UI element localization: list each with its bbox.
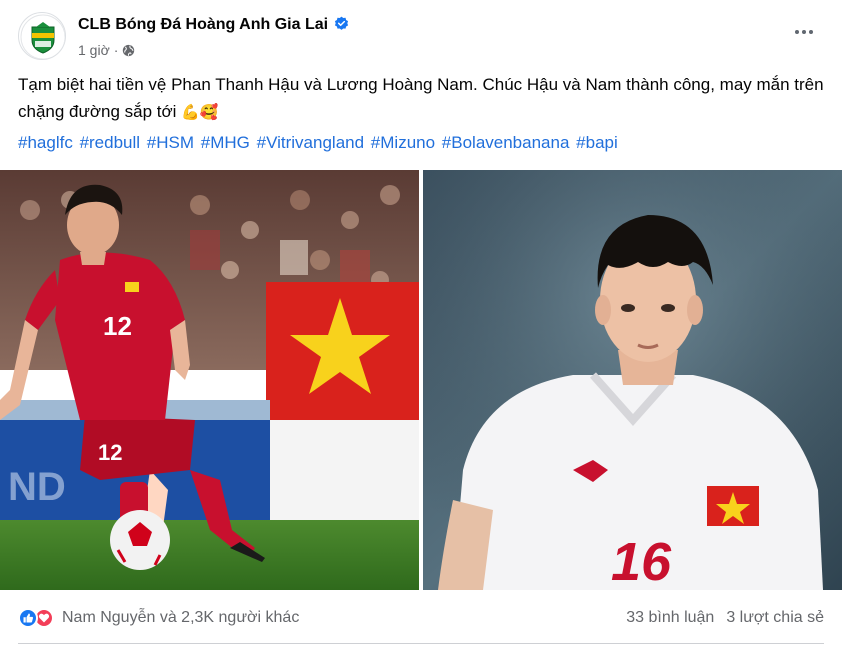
post-meta: 1 giờ · <box>78 42 135 58</box>
comments-count[interactable]: 33 bình luận <box>626 609 714 627</box>
globe-icon[interactable] <box>122 44 135 57</box>
post-text: Tạm biệt hai tiền vệ Phan Thanh Hậu và L… <box>18 71 824 126</box>
hashtag-link[interactable]: #Mizuno <box>371 133 435 152</box>
meta-separator: · <box>113 42 119 58</box>
hashtag-link[interactable]: #Bolavenbanana <box>442 133 570 152</box>
more-dot-icon <box>802 30 806 34</box>
shares-count[interactable]: 3 lượt chia sẻ <box>726 609 824 627</box>
page-avatar[interactable] <box>18 12 66 60</box>
thumbs-up-icon <box>23 613 34 623</box>
left-shirt-number: 12 <box>103 311 132 341</box>
post-emojis: 💪🥰 <box>181 104 219 121</box>
hashtag-link[interactable]: #redbull <box>80 133 141 152</box>
right-shirt-number: 16 <box>611 532 672 590</box>
reaction-icons[interactable] <box>18 608 54 628</box>
hashtag-link[interactable]: #MHG <box>201 133 250 152</box>
svg-text:ND: ND <box>8 465 66 509</box>
hashtag-link[interactable]: #haglfc <box>18 133 73 152</box>
photo-player-red-kit[interactable]: ND 12 12 <box>0 170 419 590</box>
page-name-text[interactable]: CLB Bóng Đá Hoàng Anh Gia Lai <box>78 16 328 33</box>
engagement-counts: 33 bình luận 3 lượt chia sẻ <box>626 609 824 627</box>
hagl-logo-icon <box>20 14 65 59</box>
player-red-kit-image: ND 12 12 <box>0 170 419 590</box>
post-time[interactable]: 1 giờ <box>78 42 110 58</box>
like-reaction-icon <box>18 608 38 628</box>
photo-player-white-kit[interactable]: 16 <box>423 170 842 590</box>
more-dot-icon <box>795 30 799 34</box>
player-white-kit-image: 16 <box>423 170 842 590</box>
left-shorts-number: 12 <box>98 440 122 465</box>
hashtag-link[interactable]: #HSM <box>147 133 194 152</box>
more-options-button[interactable] <box>786 20 822 44</box>
footer-divider <box>18 643 824 644</box>
verified-badge-icon <box>335 16 349 30</box>
facebook-post: CLB Bóng Đá Hoàng Anh Gia Lai 1 giờ · Tạm… <box>0 0 842 645</box>
more-dot-icon <box>809 30 813 34</box>
hashtag-link[interactable]: #bapi <box>576 133 618 152</box>
heart-icon <box>38 613 50 623</box>
post-header: CLB Bóng Đá Hoàng Anh Gia Lai 1 giờ · <box>18 12 824 64</box>
hashtag-list: #haglfc #redbull #HSM #MHG #Vitrivanglan… <box>18 131 824 155</box>
hashtag-link[interactable]: #Vitrivangland <box>257 133 364 152</box>
post-message: Tạm biệt hai tiền vệ Phan Thanh Hậu và L… <box>18 75 824 121</box>
page-name[interactable]: CLB Bóng Đá Hoàng Anh Gia Lai <box>78 16 349 34</box>
photo-grid: ND 12 12 16 <box>0 170 842 590</box>
post-footer: Nam Nguyễn và 2,3K người khác 33 bình lu… <box>18 600 824 636</box>
reactions-summary[interactable]: Nam Nguyễn và 2,3K người khác <box>62 609 299 627</box>
